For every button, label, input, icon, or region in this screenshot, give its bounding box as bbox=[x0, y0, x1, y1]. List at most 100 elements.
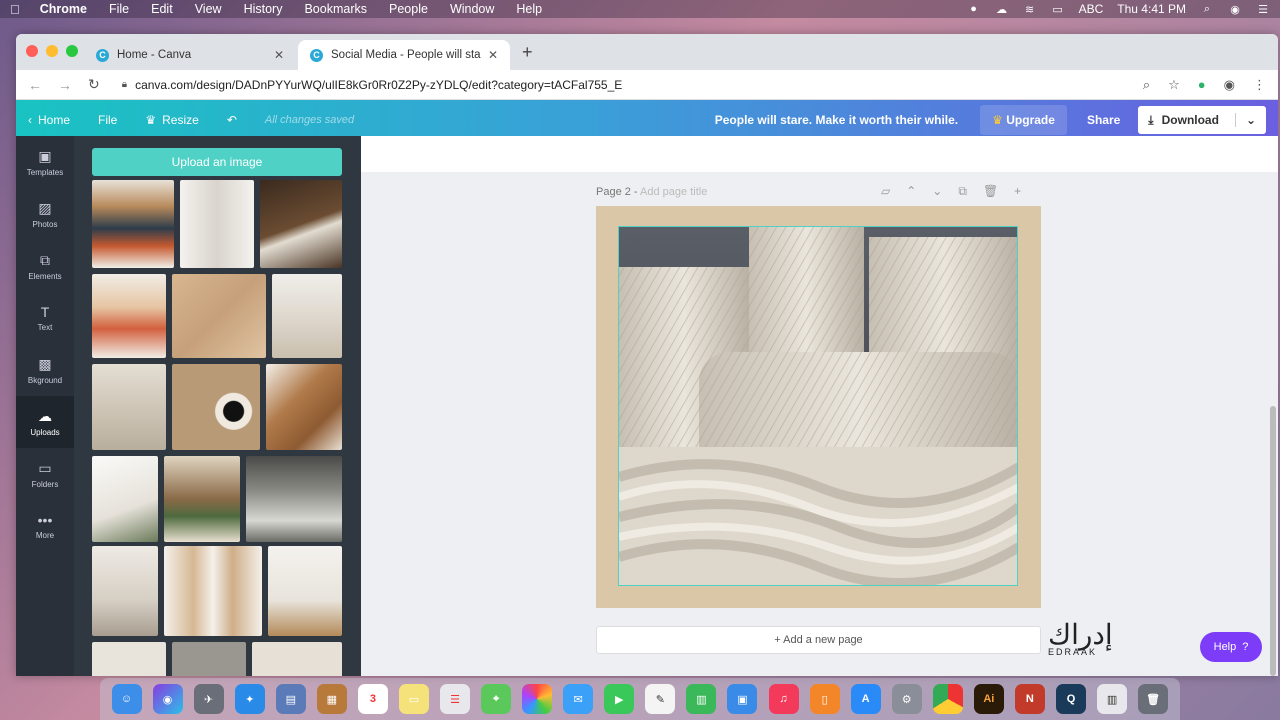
delete-page-icon[interactable]: 🗑︎ bbox=[983, 184, 998, 199]
uploaded-image[interactable] bbox=[164, 456, 240, 542]
duplicate-page-icon[interactable]: ⧉ bbox=[958, 184, 967, 199]
uploaded-image[interactable] bbox=[180, 180, 254, 268]
back-icon[interactable]: ← bbox=[28, 77, 42, 93]
menu-people[interactable]: People bbox=[389, 2, 428, 16]
maximize-window-button[interactable] bbox=[66, 45, 78, 57]
menubar-clock[interactable]: Thu 4:41 PM bbox=[1117, 2, 1186, 16]
sidebar-item-uploads[interactable]: ☁ Uploads bbox=[16, 396, 74, 448]
apple-icon[interactable]:  bbox=[10, 2, 20, 17]
close-window-button[interactable] bbox=[26, 45, 38, 57]
sidebar-item-elements[interactable]: ⧉ Elements bbox=[16, 240, 74, 292]
music-icon[interactable]: ♫ bbox=[768, 684, 799, 714]
uploaded-image[interactable] bbox=[260, 180, 342, 268]
undo-button[interactable]: ↶ bbox=[227, 113, 237, 127]
system-preferences-icon[interactable]: ⚙ bbox=[891, 684, 922, 714]
uploaded-image[interactable] bbox=[92, 642, 166, 676]
zoom-icon[interactable]: ⌕ bbox=[1143, 77, 1150, 93]
menu-edit[interactable]: Edit bbox=[151, 2, 173, 16]
chrome-menu-icon[interactable]: ⋮ bbox=[1253, 77, 1266, 93]
creative-cloud-icon[interactable]: ☁ bbox=[995, 3, 1009, 16]
download-button[interactable]: ⤓ Download ⌄ bbox=[1138, 106, 1266, 134]
uploaded-image[interactable] bbox=[266, 364, 342, 450]
workspace-scrollbar[interactable] bbox=[1270, 406, 1276, 676]
messages-icon[interactable]: ✉ bbox=[563, 684, 594, 714]
photos-app-icon[interactable] bbox=[522, 684, 553, 714]
menu-help[interactable]: Help bbox=[516, 2, 542, 16]
close-tab-icon[interactable]: ✕ bbox=[274, 48, 284, 62]
safari-icon[interactable]: ✦ bbox=[234, 684, 265, 714]
sidebar-item-templates[interactable]: ▣ Templates bbox=[16, 136, 74, 188]
url-field[interactable]: canva.com/design/DADnPYYurWQ/ulIE8kGr0Rr… bbox=[135, 78, 622, 92]
illustrator-icon[interactable]: Ai bbox=[973, 684, 1004, 714]
lock-icon[interactable]: 🔒︎ bbox=[122, 79, 127, 90]
books-icon[interactable]: ▯ bbox=[809, 684, 840, 714]
menu-view[interactable]: View bbox=[195, 2, 222, 16]
textedit-icon[interactable]: ✎ bbox=[645, 684, 676, 714]
share-button[interactable]: Share bbox=[1075, 105, 1132, 135]
reminders-icon[interactable]: ☰ bbox=[440, 684, 471, 714]
chevron-down-icon[interactable]: ⌄ bbox=[1234, 113, 1256, 127]
resize-button[interactable]: ♛ Resize bbox=[145, 113, 198, 127]
numbers-icon[interactable]: ▥ bbox=[686, 684, 717, 714]
siri-icon[interactable]: ◉ bbox=[152, 684, 183, 714]
reload-icon[interactable]: ↻ bbox=[88, 76, 100, 93]
spotlight-icon[interactable]: ⌕ bbox=[1200, 3, 1214, 15]
archive-icon[interactable]: ▥ bbox=[1097, 684, 1128, 714]
uploaded-image[interactable] bbox=[172, 274, 266, 358]
uploaded-image[interactable] bbox=[164, 546, 262, 636]
uploaded-image[interactable] bbox=[92, 456, 158, 542]
uploaded-image[interactable] bbox=[92, 274, 166, 358]
help-button[interactable]: Help? bbox=[1200, 632, 1262, 662]
page-notes-icon[interactable]: ▱ bbox=[881, 184, 890, 199]
record-icon[interactable]: ● bbox=[967, 3, 981, 15]
file-button[interactable]: File bbox=[98, 113, 117, 127]
minimize-window-button[interactable] bbox=[46, 45, 58, 57]
uploaded-image[interactable] bbox=[272, 274, 342, 358]
finder-icon[interactable]: ☺ bbox=[111, 684, 142, 714]
battery-icon[interactable]: ▭ bbox=[1051, 3, 1065, 16]
menu-history[interactable]: History bbox=[244, 2, 283, 16]
bookmark-star-icon[interactable]: ☆ bbox=[1168, 77, 1180, 93]
menu-app-name[interactable]: Chrome bbox=[40, 2, 87, 16]
app-store-icon[interactable]: A bbox=[850, 684, 881, 714]
profile-icon[interactable]: ◉ bbox=[1224, 77, 1235, 93]
maps-icon[interactable]: ⌖ bbox=[481, 684, 512, 714]
sidebar-item-more[interactable]: ••• More bbox=[16, 500, 74, 552]
keynote-icon[interactable]: ▣ bbox=[727, 684, 758, 714]
design-page[interactable] bbox=[596, 206, 1041, 608]
uploaded-image[interactable] bbox=[92, 180, 174, 268]
notes-icon[interactable]: ▭ bbox=[398, 684, 429, 714]
input-source[interactable]: ABC bbox=[1079, 2, 1104, 16]
trash-icon[interactable]: 🗑︎ bbox=[1138, 684, 1169, 714]
menu-bookmarks[interactable]: Bookmarks bbox=[304, 2, 367, 16]
move-down-icon[interactable]: ⌄ bbox=[932, 184, 942, 199]
sidebar-item-text[interactable]: T Text bbox=[16, 292, 74, 344]
uploaded-image[interactable] bbox=[172, 642, 246, 676]
sidebar-item-background[interactable]: ▩ Bkground bbox=[16, 344, 74, 396]
quicktime-icon[interactable]: Q bbox=[1055, 684, 1086, 714]
canvas-photo-rope-spools[interactable] bbox=[618, 226, 1018, 586]
menu-file[interactable]: File bbox=[109, 2, 129, 16]
page-title-input[interactable]: Add page title bbox=[640, 186, 707, 198]
facetime-icon[interactable]: ▶ bbox=[604, 684, 635, 714]
user-icon[interactable]: ◉ bbox=[1228, 3, 1242, 16]
uploaded-image[interactable] bbox=[246, 456, 342, 542]
ndi-icon[interactable]: N bbox=[1014, 684, 1045, 714]
launchpad-icon[interactable]: ✈ bbox=[193, 684, 224, 714]
uploaded-image[interactable] bbox=[92, 546, 158, 636]
extension-icon[interactable]: ● bbox=[1198, 77, 1206, 92]
sidebar-item-photos[interactable]: ▨ Photos bbox=[16, 188, 74, 240]
tab-social-media[interactable]: C Social Media - People will stare ✕ bbox=[298, 40, 510, 70]
menu-window[interactable]: Window bbox=[450, 2, 494, 16]
tab-home-canva[interactable]: C Home - Canva ✕ bbox=[84, 40, 296, 70]
notification-center-icon[interactable]: ☰ bbox=[1256, 3, 1270, 16]
contacts-icon[interactable]: ▦ bbox=[316, 684, 347, 714]
uploaded-image[interactable] bbox=[172, 364, 260, 450]
add-page-icon[interactable]: + bbox=[1014, 184, 1021, 199]
new-tab-button[interactable]: + bbox=[522, 42, 533, 63]
preview-icon[interactable]: ▤ bbox=[275, 684, 306, 714]
uploaded-image[interactable] bbox=[92, 364, 166, 450]
uploaded-image[interactable] bbox=[252, 642, 342, 676]
calendar-icon[interactable]: 3 bbox=[357, 684, 388, 714]
home-button[interactable]: ‹ Home bbox=[28, 113, 70, 127]
